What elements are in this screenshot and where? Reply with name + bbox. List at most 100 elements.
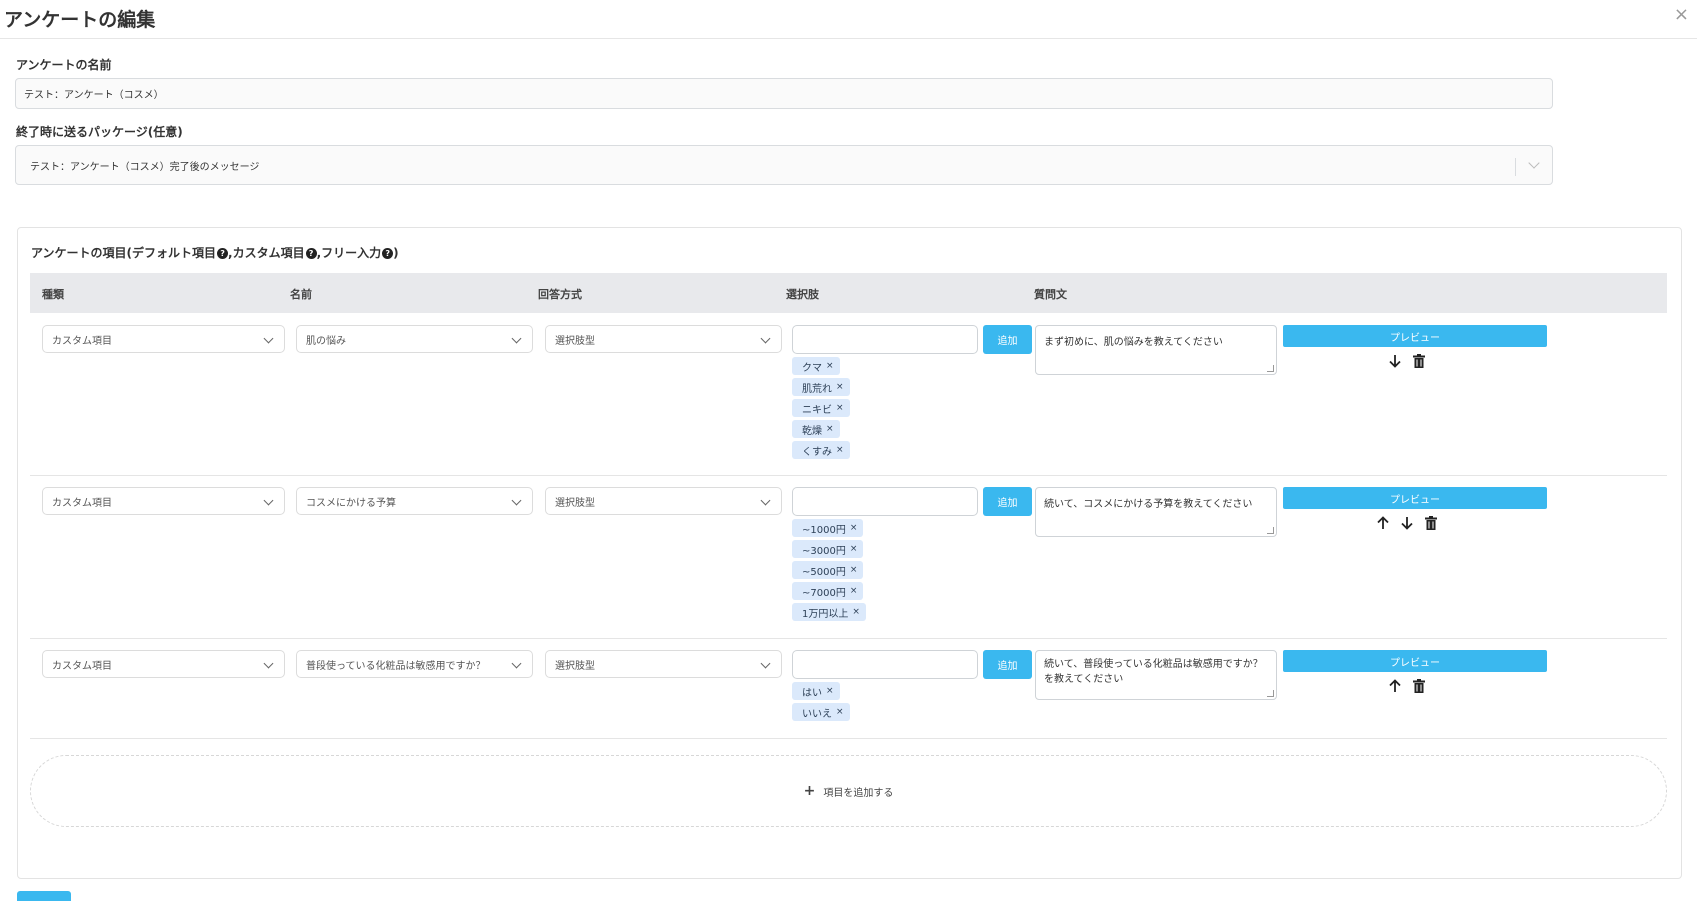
answer-method-select[interactable]: 選択肢型 (545, 650, 782, 678)
answer-method-select[interactable]: 選択肢型 (545, 325, 782, 353)
trash-icon[interactable] (1411, 353, 1427, 369)
chevron-down-icon (760, 333, 771, 344)
preview-button[interactable]: プレビュー (1283, 325, 1547, 347)
option-tag-label: クマ (802, 362, 822, 374)
option-tag-label: 1万円以上 (802, 608, 849, 620)
option-tag-label: いいえ (802, 708, 832, 720)
question-text: まず初めに、肌の悩みを教えてください (1044, 337, 1223, 348)
remove-icon[interactable]: × (850, 544, 858, 554)
arrow-up-icon[interactable] (1375, 515, 1391, 531)
chevron-down-icon (511, 495, 522, 506)
name-select[interactable]: 普段使っている化粧品は敏感用ですか？ (296, 650, 533, 678)
table-row: カスタム項目 肌の悩み 選択肢型 追加 クマ × 肌荒れ × ニキビ × 乾燥 × くす… (30, 313, 1667, 476)
question-textarea[interactable]: 続いて、普段使っている化粧品は敏感用ですか？を教えてください (1035, 650, 1277, 700)
remove-icon[interactable]: × (850, 586, 858, 596)
add-option-button[interactable]: 追加 (983, 650, 1032, 679)
type-select[interactable]: カスタム項目 (42, 650, 285, 678)
type-value: カスタム項目 (52, 497, 112, 509)
preview-button[interactable]: プレビュー (1283, 487, 1547, 509)
option-tag: クマ × (792, 357, 840, 375)
remove-icon[interactable]: × (836, 382, 844, 392)
close-icon[interactable]: × (1674, 4, 1689, 25)
option-tag: ~7000円 × (792, 582, 864, 600)
chevron-down-icon (263, 333, 274, 344)
question-textarea[interactable]: まず初めに、肌の悩みを教えてください (1035, 325, 1277, 375)
trash-icon[interactable] (1411, 678, 1427, 694)
select-divider (1515, 158, 1516, 176)
remove-icon[interactable]: × (852, 607, 860, 617)
remove-icon[interactable]: × (850, 565, 858, 575)
chevron-down-icon (511, 658, 522, 669)
name-select[interactable]: コスメにかける予算 (296, 487, 533, 515)
column-name: 名前 (290, 288, 312, 301)
arrow-up-icon[interactable] (1387, 678, 1403, 694)
option-tag-label: ~7000円 (802, 587, 846, 599)
remove-icon[interactable]: × (826, 361, 834, 371)
modal-title: アンケートの編集 (4, 9, 156, 31)
chevron-down-icon (263, 658, 274, 669)
resize-grip-icon[interactable] (1267, 690, 1274, 697)
option-tag: 乾燥 × (792, 420, 840, 438)
option-tag: はい × (792, 682, 840, 700)
help-icon[interactable]: ? (217, 248, 229, 259)
question-textarea[interactable]: 続いて、コスメにかける予算を教えてください (1035, 487, 1277, 537)
column-type: 種類 (42, 288, 64, 301)
type-select[interactable]: カスタム項目 (42, 487, 285, 515)
add-option-button[interactable]: 追加 (983, 487, 1032, 516)
panel-title: アンケートの項目(デフォルト項目? ,カスタム項目? ,フリー入力?) (31, 244, 399, 261)
survey-name-label: アンケートの名前 (16, 58, 112, 72)
resize-grip-icon[interactable] (1267, 365, 1274, 372)
type-value: カスタム項目 (52, 660, 112, 672)
option-tag: ニキビ × (792, 399, 850, 417)
add-item-label: 項目を追加する (823, 787, 894, 799)
add-item-button[interactable]: + 項目を追加する (30, 755, 1667, 827)
remove-icon[interactable]: × (836, 403, 844, 413)
survey-name-input[interactable]: テスト：アンケート（コスメ） (15, 78, 1553, 109)
option-input[interactable] (792, 487, 978, 516)
panel-title-text: ,カスタム項目 (228, 246, 305, 260)
name-value: コスメにかける予算 (306, 497, 396, 509)
add-option-button[interactable]: 追加 (983, 325, 1032, 354)
panel-title-text: アンケートの項目(デフォルト項目 (31, 246, 217, 260)
column-options: 選択肢 (786, 288, 819, 301)
submit-button[interactable] (17, 891, 71, 901)
column-answer-method: 回答方式 (538, 288, 582, 301)
name-select[interactable]: 肌の悩み (296, 325, 533, 353)
option-tag: 1万円以上 × (792, 603, 866, 621)
answer-method-value: 選択肢型 (555, 335, 595, 347)
remove-icon[interactable]: × (826, 686, 834, 696)
preview-button[interactable]: プレビュー (1283, 650, 1547, 672)
resize-grip-icon[interactable] (1267, 527, 1274, 534)
help-icon[interactable]: ? (382, 248, 394, 259)
type-select[interactable]: カスタム項目 (42, 325, 285, 353)
option-tag: ~5000円 × (792, 561, 864, 579)
panel-title-text: ,フリー入力 (316, 246, 382, 260)
option-tag: くすみ × (792, 441, 850, 459)
help-icon[interactable]: ? (305, 248, 317, 259)
arrow-down-icon[interactable] (1399, 515, 1415, 531)
end-package-select[interactable]: テスト：アンケート（コスメ）完了後のメッセージ (15, 145, 1553, 185)
option-input[interactable] (792, 650, 978, 679)
answer-method-select[interactable]: 選択肢型 (545, 487, 782, 515)
remove-icon[interactable]: × (826, 424, 834, 434)
type-value: カスタム項目 (52, 335, 112, 347)
chevron-down-icon (760, 658, 771, 669)
option-tag-label: 乾燥 (802, 425, 822, 437)
arrow-down-icon[interactable] (1387, 353, 1403, 369)
end-package-value: テスト：アンケート（コスメ）完了後のメッセージ (30, 161, 260, 173)
remove-icon[interactable]: × (836, 445, 844, 455)
option-tag-label: ~1000円 (802, 524, 846, 536)
question-text: 続いて、コスメにかける予算を教えてください (1044, 499, 1253, 510)
trash-icon[interactable] (1423, 515, 1439, 531)
survey-items-panel: アンケートの項目(デフォルト項目? ,カスタム項目? ,フリー入力?) 種類 名前 … (17, 227, 1682, 879)
question-text: 続いて、普段使っている化粧品は敏感用ですか？を教えてください (1044, 659, 1263, 685)
answer-method-value: 選択肢型 (555, 497, 595, 509)
remove-icon[interactable]: × (850, 523, 858, 533)
option-input[interactable] (792, 325, 978, 354)
remove-icon[interactable]: × (836, 707, 844, 717)
option-tag-label: ニキビ (802, 404, 832, 416)
table-header: 種類 名前 回答方式 選択肢 質問文 (30, 273, 1667, 313)
name-value: 普段使っている化粧品は敏感用ですか？ (306, 660, 486, 672)
chevron-down-icon (263, 495, 274, 506)
column-question: 質問文 (1034, 288, 1067, 301)
